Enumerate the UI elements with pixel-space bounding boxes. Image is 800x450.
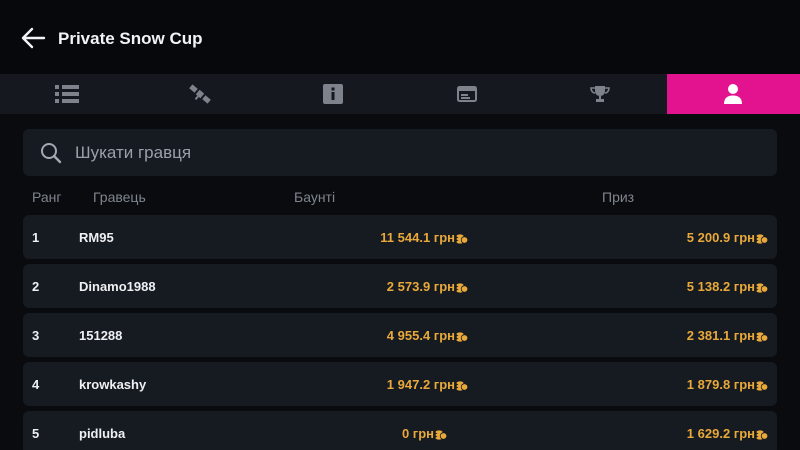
bounty-cell: 1 947.2 грн xyxy=(387,377,468,392)
back-button[interactable] xyxy=(20,26,46,50)
arrow-left-icon xyxy=(21,27,46,49)
column-header-bounty: Баунті xyxy=(294,189,336,205)
search-icon xyxy=(41,143,62,164)
coins-icon xyxy=(435,430,447,440)
satellite-icon xyxy=(189,84,211,104)
rank-cell: 4 xyxy=(32,377,40,392)
column-header-prize: Приз xyxy=(602,189,635,205)
table-row[interactable]: 2 Dinamo1988 2 573.9 грн 5 138.2 грн xyxy=(23,264,777,308)
bounty-cell: 4 955.4 грн xyxy=(387,328,468,343)
user-icon xyxy=(724,84,743,104)
bounty-cell: 0 грн xyxy=(402,426,447,441)
prize-value: 5 138.2 грн xyxy=(686,279,755,294)
rank-cell: 3 xyxy=(32,328,40,343)
coins-icon xyxy=(456,332,468,342)
prize-cell: 5 138.2 грн xyxy=(687,279,768,294)
coins-icon xyxy=(756,234,768,244)
player-name: 151288 xyxy=(79,328,123,343)
bounty-value: 4 955.4 грн xyxy=(386,328,455,343)
prize-cell: 1 879.8 грн xyxy=(687,377,768,392)
tab-info[interactable] xyxy=(267,74,400,114)
tab-list[interactable] xyxy=(0,74,133,114)
prize-value: 1 879.8 грн xyxy=(686,377,755,392)
player-list: 1 RM95 11 544.1 грн 5 200.9 грн 2 Dinamo… xyxy=(23,215,777,450)
coins-icon xyxy=(756,430,768,440)
search-bar xyxy=(23,129,777,176)
table-row[interactable]: 1 RM95 11 544.1 грн 5 200.9 грн xyxy=(23,215,777,259)
trophy-icon xyxy=(590,86,610,102)
window-icon xyxy=(456,86,477,102)
search-input[interactable] xyxy=(75,129,765,176)
prize-cell: 2 381.1 грн xyxy=(687,328,768,343)
coins-icon xyxy=(456,234,468,244)
column-header-player: Гравець xyxy=(93,189,146,205)
bounty-cell: 11 544.1 грн xyxy=(380,230,468,245)
rank-cell: 1 xyxy=(32,230,40,245)
column-header-rank: Ранг xyxy=(32,189,62,205)
prize-value: 2 381.1 грн xyxy=(686,328,755,343)
coins-icon xyxy=(456,381,468,391)
bounty-value: 0 грн xyxy=(401,426,434,441)
bounty-value: 11 544.1 грн xyxy=(380,230,455,245)
bounty-value: 2 573.9 грн xyxy=(386,279,455,294)
table-row[interactable]: 3 151288 4 955.4 грн 2 381.1 грн xyxy=(23,313,777,357)
tab-players[interactable] xyxy=(666,74,800,114)
page-title: Private Snow Cup xyxy=(58,29,203,48)
info-icon xyxy=(323,84,344,104)
player-name: Dinamo1988 xyxy=(79,279,156,294)
coins-icon xyxy=(456,283,468,293)
prize-value: 1 629.2 грн xyxy=(686,426,755,441)
tab-trophy[interactable] xyxy=(533,74,666,114)
bounty-value: 1 947.2 грн xyxy=(386,377,455,392)
rank-cell: 2 xyxy=(32,279,40,294)
table-row[interactable]: 4 krowkashy 1 947.2 грн 1 879.8 грн xyxy=(23,362,777,406)
prize-cell: 1 629.2 грн xyxy=(687,426,768,441)
rank-cell: 5 xyxy=(32,426,40,441)
tab-window[interactable] xyxy=(400,74,533,114)
player-name: krowkashy xyxy=(79,377,147,392)
list-icon xyxy=(54,85,79,103)
tab-satellite[interactable] xyxy=(133,74,266,114)
player-name: RM95 xyxy=(79,230,114,245)
player-name: pidluba xyxy=(79,426,126,441)
bounty-cell: 2 573.9 грн xyxy=(387,279,468,294)
coins-icon xyxy=(756,283,768,293)
coins-icon xyxy=(756,381,768,391)
prize-cell: 5 200.9 грн xyxy=(687,230,768,245)
prize-value: 5 200.9 грн xyxy=(686,230,755,245)
coins-icon xyxy=(756,332,768,342)
table-row[interactable]: 5 pidluba 0 грн 1 629.2 грн xyxy=(23,411,777,450)
tab-bar xyxy=(0,74,800,114)
app-header: Private Snow Cup xyxy=(0,0,800,74)
